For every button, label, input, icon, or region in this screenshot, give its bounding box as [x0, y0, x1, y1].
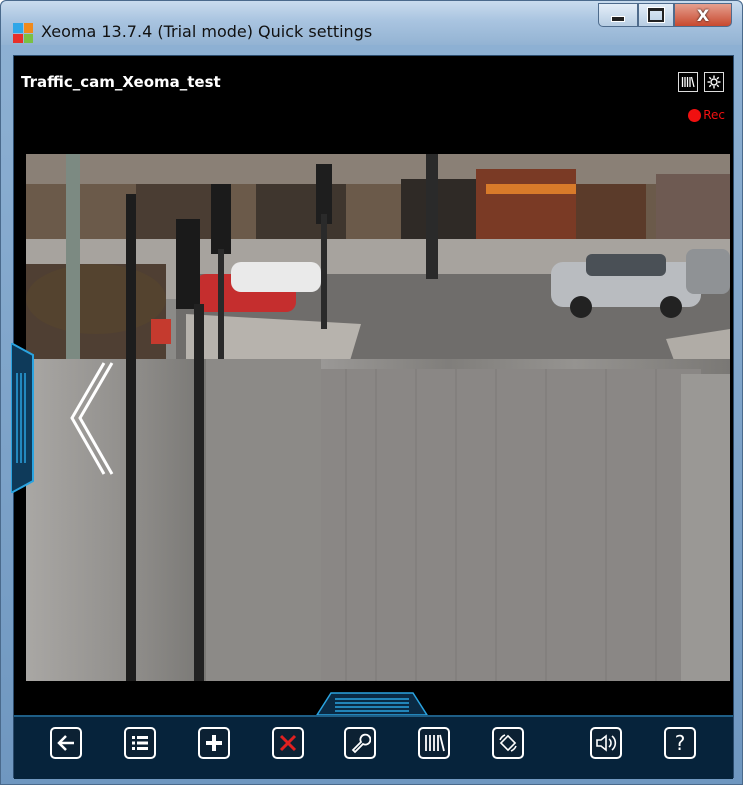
camera-name: Traffic_cam_Xeoma_test: [21, 73, 221, 91]
previous-camera-chevron-icon[interactable]: [64, 361, 114, 476]
close-icon: X: [696, 5, 710, 25]
add-plus-icon: [206, 735, 222, 751]
speaker-icon: [596, 734, 617, 752]
delete-x-icon: [279, 734, 297, 752]
recording-indicator: Rec: [688, 108, 725, 122]
camera-view: Traffic_cam_Xeoma_test Rec: [10, 56, 733, 681]
back-arrow-icon: [57, 735, 74, 751]
help-icon: ?: [674, 731, 686, 755]
camera-video-feed[interactable]: [26, 154, 730, 681]
close-button[interactable]: X: [674, 3, 732, 27]
maximize-button[interactable]: [638, 3, 674, 27]
bottom-panel: ?: [14, 681, 733, 779]
minimize-icon: [611, 16, 625, 22]
archive-icon[interactable]: [678, 72, 698, 92]
camera-top-icons: [678, 72, 724, 92]
maximize-icon: [648, 8, 664, 22]
title-bar[interactable]: Xeoma 13.7.4 (Trial mode) Quick settings…: [1, 1, 742, 45]
list-button[interactable]: [124, 727, 156, 759]
sound-button[interactable]: [590, 727, 622, 759]
wrench-icon: [351, 733, 371, 754]
ptz-rotate-icon: [499, 734, 517, 752]
record-dot-icon: [688, 108, 702, 122]
delete-camera-button[interactable]: [272, 727, 304, 759]
panel-expand-handle[interactable]: [307, 691, 437, 716]
minimize-button[interactable]: [598, 3, 638, 27]
window-title: Xeoma 13.7.4 (Trial mode) Quick settings: [41, 22, 373, 41]
ptz-button[interactable]: [492, 727, 524, 759]
settings-button[interactable]: [344, 727, 376, 759]
side-panel-toggle[interactable]: [10, 341, 39, 495]
archive-icon: [425, 734, 445, 752]
xeoma-app-icon: [13, 23, 33, 43]
add-camera-button[interactable]: [198, 727, 230, 759]
client-area: Traffic_cam_Xeoma_test Rec ?: [10, 55, 734, 779]
app-window: Xeoma 13.7.4 (Trial mode) Quick settings…: [0, 0, 743, 785]
video-frame-image: [26, 154, 730, 681]
back-button[interactable]: [50, 727, 82, 759]
recording-label: Rec: [703, 108, 725, 122]
window-controls: X: [598, 3, 732, 31]
list-icon: [132, 736, 148, 750]
archive-button[interactable]: [418, 727, 450, 759]
main-toolbar: ?: [14, 715, 733, 779]
settings-gear-icon[interactable]: [704, 72, 724, 92]
help-button[interactable]: ?: [664, 727, 696, 759]
